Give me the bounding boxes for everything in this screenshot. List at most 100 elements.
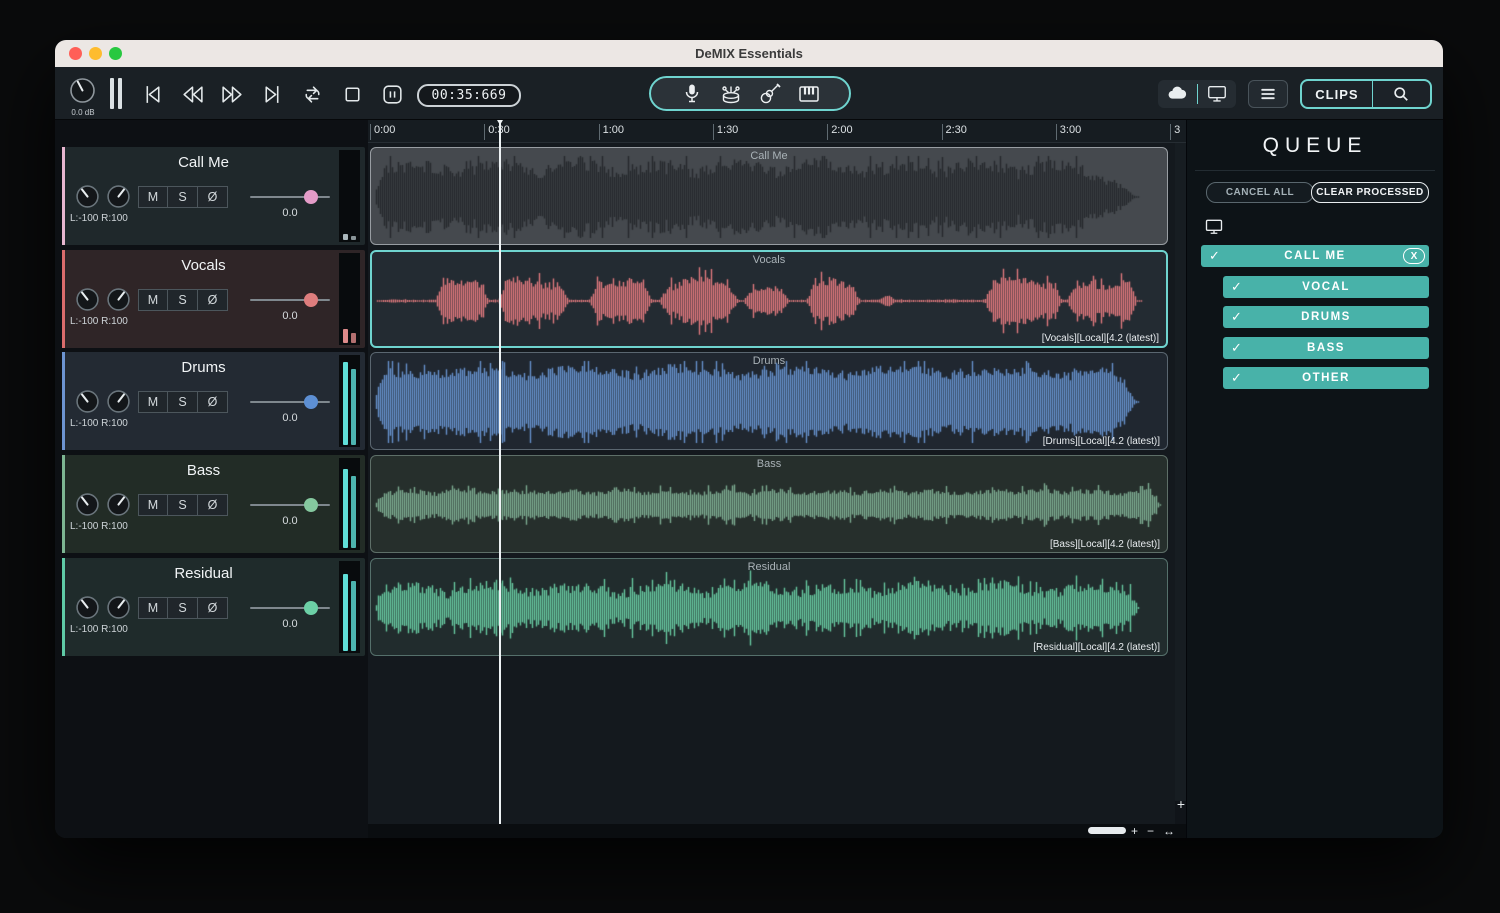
- remove-job-button[interactable]: X: [1403, 248, 1425, 264]
- menu-button[interactable]: [1248, 80, 1288, 108]
- pause-button[interactable]: [375, 80, 410, 109]
- queue-divider: [1195, 170, 1435, 171]
- mute-button[interactable]: M: [138, 391, 168, 413]
- pan-right-knob[interactable]: [106, 184, 131, 209]
- pan-range-label: L:-100 R:100: [70, 316, 128, 327]
- search-button[interactable]: [1373, 81, 1430, 107]
- ruler-tick: 0:30: [484, 124, 510, 140]
- track-header-call-me[interactable]: Call Me M S Ø 0.0 L:-100 R:100: [62, 147, 365, 245]
- vertical-scrollbar[interactable]: [1175, 143, 1186, 801]
- minimize-button[interactable]: [89, 47, 102, 60]
- track-header-bass[interactable]: Bass M S Ø 0.0 L:-100 R:100: [62, 455, 365, 553]
- solo-button[interactable]: S: [168, 289, 198, 311]
- timeline-ruler[interactable]: 0:00 0:30 1:00 1:30 2:00 2:30 3:00 3: [368, 120, 1186, 143]
- clip-call-me[interactable]: Call Me: [370, 147, 1168, 245]
- queue-stem-other[interactable]: ✓ OTHER: [1223, 367, 1429, 390]
- track-color-stripe: [62, 455, 65, 553]
- zoom-button[interactable]: [109, 47, 122, 60]
- mute-button[interactable]: M: [138, 494, 168, 516]
- guitar-stem-button[interactable]: [757, 81, 783, 107]
- phase-button[interactable]: Ø: [198, 186, 228, 208]
- volume-value: 0.0: [282, 515, 298, 527]
- clip-bass[interactable]: Bass [Bass][Local][4.2 (latest)]: [370, 455, 1168, 553]
- loop-button[interactable]: [295, 80, 330, 109]
- clip-vocals[interactable]: Vocals [Vocals][Local][4.2 (latest)]: [370, 250, 1168, 348]
- pan-left-knob[interactable]: [75, 492, 100, 517]
- cancel-all-button[interactable]: CANCEL ALL: [1206, 182, 1314, 203]
- vocals-stem-button[interactable]: [679, 81, 705, 107]
- mute-button[interactable]: M: [138, 186, 168, 208]
- master-level-meter: [110, 78, 122, 109]
- playhead[interactable]: [499, 120, 501, 824]
- queue-panel: QUEUE CANCEL ALL CLEAR PROCESSED ✓ CALL …: [1186, 120, 1443, 838]
- waveform: [375, 259, 1165, 343]
- skip-end-button[interactable]: [255, 80, 290, 109]
- volume-slider[interactable]: [250, 607, 330, 609]
- guitar-icon: [758, 82, 782, 106]
- track-level-meter: [339, 561, 360, 653]
- zoom-fit-button[interactable]: ↔: [1163, 824, 1175, 838]
- solo-button[interactable]: S: [168, 597, 198, 619]
- close-button[interactable]: [69, 47, 82, 60]
- horizontal-scrollbar[interactable]: + − ↔: [368, 824, 1186, 838]
- pan-right-knob[interactable]: [106, 595, 131, 620]
- pan-right-knob[interactable]: [106, 389, 131, 414]
- volume-slider-handle[interactable]: [304, 395, 318, 409]
- clip-tag: [Bass][Local][4.2 (latest)]: [1049, 539, 1160, 550]
- master-volume-knob[interactable]: [69, 77, 96, 104]
- track-header-residual[interactable]: Residual M S Ø 0.0 L:-100 R:100: [62, 558, 365, 656]
- pan-left-knob[interactable]: [75, 389, 100, 414]
- clear-processed-button[interactable]: CLEAR PROCESSED: [1311, 182, 1429, 203]
- pan-left-knob[interactable]: [75, 287, 100, 312]
- clips-button[interactable]: CLIPS: [1302, 81, 1373, 107]
- volume-slider[interactable]: [250, 299, 330, 301]
- piano-stem-button[interactable]: [796, 81, 822, 107]
- queue-stem-vocal[interactable]: ✓ VOCAL: [1223, 276, 1429, 298]
- solo-button[interactable]: S: [168, 186, 198, 208]
- stop-button[interactable]: [335, 80, 370, 109]
- zoom-out-button[interactable]: −: [1147, 824, 1154, 838]
- phase-button[interactable]: Ø: [198, 494, 228, 516]
- rewind-button[interactable]: [175, 80, 210, 109]
- solo-button[interactable]: S: [168, 391, 198, 413]
- pan-left-knob[interactable]: [75, 595, 100, 620]
- solo-button[interactable]: S: [168, 494, 198, 516]
- drums-stem-button[interactable]: [718, 81, 744, 107]
- volume-slider-handle[interactable]: [304, 498, 318, 512]
- pan-right-knob[interactable]: [106, 287, 131, 312]
- fast-forward-button[interactable]: [215, 80, 250, 109]
- queue-job-call-me[interactable]: ✓ CALL ME X: [1201, 245, 1429, 267]
- mute-button[interactable]: M: [138, 597, 168, 619]
- queue-stem-label: BASS: [1307, 341, 1345, 354]
- phase-button[interactable]: Ø: [198, 289, 228, 311]
- volume-slider-handle[interactable]: [304, 190, 318, 204]
- clips-search-group: CLIPS: [1300, 79, 1432, 109]
- volume-slider-handle[interactable]: [304, 293, 318, 307]
- track-header-vocals[interactable]: Vocals M S Ø 0.0 L:-100 R:100: [62, 250, 365, 348]
- pan-left-knob[interactable]: [75, 184, 100, 209]
- volume-slider[interactable]: [250, 401, 330, 403]
- cloud-processing-button[interactable]: [1158, 80, 1197, 108]
- phase-button[interactable]: Ø: [198, 597, 228, 619]
- mute-button[interactable]: M: [138, 289, 168, 311]
- clip-drums[interactable]: Drums [Drums][Local][4.2 (latest)]: [370, 352, 1168, 450]
- track-level-meter: [339, 150, 360, 242]
- skip-start-button[interactable]: [135, 80, 170, 109]
- volume-slider[interactable]: [250, 504, 330, 506]
- queue-stem-bass[interactable]: ✓ BASS: [1223, 336, 1429, 359]
- pan-right-knob[interactable]: [106, 492, 131, 517]
- zoom-in-button[interactable]: +: [1131, 824, 1138, 838]
- ruler-tick: 2:30: [941, 124, 967, 140]
- track-header-drums[interactable]: Drums M S Ø 0.0 L:-100 R:100: [62, 352, 365, 450]
- phase-button[interactable]: Ø: [198, 391, 228, 413]
- queue-job-label: CALL ME: [1284, 250, 1346, 262]
- volume-slider-handle[interactable]: [304, 601, 318, 615]
- local-processing-button[interactable]: [1198, 80, 1237, 108]
- scrollbar-thumb[interactable]: [1088, 827, 1126, 834]
- monitor-icon: [1204, 217, 1224, 237]
- volume-slider[interactable]: [250, 196, 330, 198]
- clip-residual[interactable]: Residual [Residual][Local][4.2 (latest)]: [370, 558, 1168, 656]
- queue-stem-drums[interactable]: ✓ DRUMS: [1223, 306, 1429, 329]
- waveform: [374, 566, 1164, 650]
- ruler-tick: 3:00: [1055, 124, 1081, 140]
